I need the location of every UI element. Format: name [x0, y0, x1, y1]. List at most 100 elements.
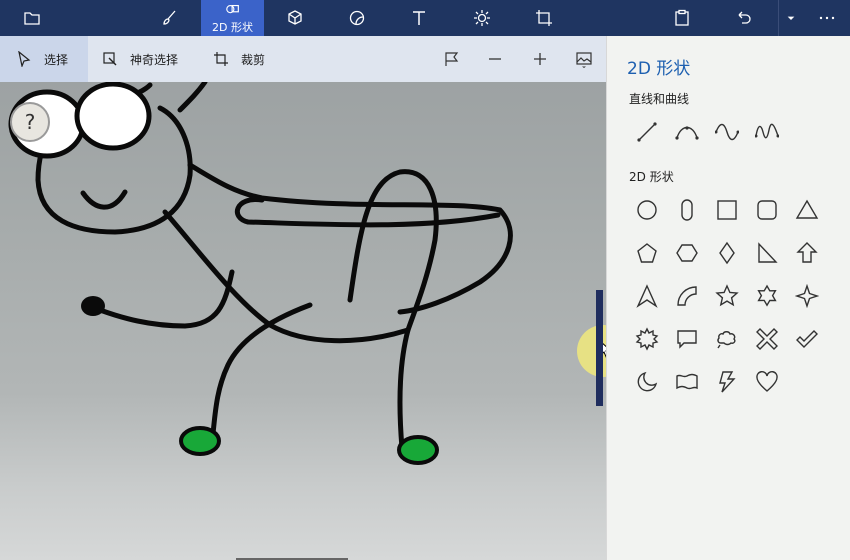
crop-tool[interactable]: 裁剪 [213, 36, 265, 82]
undo-button[interactable] [730, 0, 758, 36]
3d-shapes-button[interactable] [281, 0, 309, 36]
2d-shapes-button[interactable]: 2D 形状 [201, 0, 264, 36]
diamond-icon [719, 241, 735, 265]
shape-diamond[interactable] [711, 237, 743, 269]
2d-shapes-label: 2D 形状 [212, 20, 253, 34]
text-button[interactable] [405, 0, 433, 36]
s-curve-icon [715, 123, 739, 141]
lines-section-label: 直线和曲线 [629, 92, 690, 106]
shape-circle[interactable] [631, 194, 663, 226]
shapes-section-label: 2D 形状 [629, 170, 674, 184]
heart-icon [756, 371, 778, 392]
shape-star-5[interactable] [711, 280, 743, 312]
arrow-up-icon [796, 242, 818, 263]
brush-icon [163, 10, 176, 25]
select-label: 选择 [44, 52, 69, 67]
2d-shapes-icon [225, 4, 239, 13]
right-triangle-icon [758, 242, 778, 263]
undo-icon [738, 11, 751, 24]
shape-heart[interactable] [751, 366, 783, 398]
zoom-in-button[interactable] [526, 36, 554, 82]
panel-title: 2D 形状 [627, 59, 691, 79]
shape-arrow-up[interactable] [791, 237, 823, 269]
zoom-out-button[interactable] [481, 36, 509, 82]
stickers-button[interactable] [343, 0, 371, 36]
minus-icon [489, 58, 501, 60]
arc-icon [677, 286, 697, 306]
s-curve-tool[interactable] [711, 116, 743, 148]
clipboard-icon [675, 9, 689, 26]
secondary-toolbar: 选择 神奇选择 裁剪 [0, 36, 606, 82]
shape-arc[interactable] [671, 280, 703, 312]
sun-icon [474, 10, 490, 26]
brushes-button[interactable] [155, 0, 183, 36]
canvas-button[interactable] [530, 0, 558, 36]
star-5-icon [715, 284, 739, 307]
perspective-button[interactable] [438, 36, 466, 82]
magic-select-tool[interactable]: 神奇选择 [102, 36, 178, 82]
curve-icon [675, 126, 699, 140]
pentagon-icon [637, 243, 657, 263]
hexagon-icon [676, 244, 698, 262]
line-icon [637, 122, 657, 142]
shape-rounded-square[interactable] [751, 194, 783, 226]
wave-icon [755, 123, 779, 139]
plus-icon [534, 53, 546, 65]
canvas-scrollbar[interactable] [596, 290, 603, 406]
shape-burst[interactable] [631, 323, 663, 355]
help-label: ? [24, 110, 36, 134]
view-options-button[interactable] [570, 36, 598, 82]
shape-right-triangle[interactable] [751, 237, 783, 269]
image-icon [576, 52, 592, 68]
text-icon [413, 11, 425, 25]
drawing-canvas[interactable]: ? [0, 82, 606, 560]
line-tool[interactable] [631, 116, 663, 148]
more-button[interactable] [812, 0, 842, 36]
crop-label: 裁剪 [241, 52, 266, 67]
wave-curve-tool[interactable] [751, 116, 783, 148]
help-button[interactable]: ? [10, 102, 50, 142]
shape-arrowhead[interactable] [631, 280, 663, 312]
shape-triangle[interactable] [791, 194, 823, 226]
shapes-panel: 2D 形状 直线和曲线 2D 形状 [606, 36, 850, 560]
pointer-icon [18, 51, 31, 67]
star-4-icon [795, 284, 819, 308]
shape-capsule[interactable] [671, 194, 703, 226]
select-tool[interactable]: 选择 [0, 36, 88, 82]
square-icon [717, 200, 737, 220]
chevron-down-icon [787, 16, 795, 20]
thought-bubble-icon [717, 331, 736, 349]
top-toolbar: 2D 形状 [0, 0, 850, 36]
sticker-icon [349, 10, 365, 26]
shape-lightning[interactable] [711, 366, 743, 398]
crop-icon [214, 52, 228, 66]
shape-hexagon[interactable] [671, 237, 703, 269]
more-icon [819, 16, 835, 20]
crop-canvas-icon [536, 10, 552, 26]
grasshopper-drawing [8, 82, 513, 465]
magic-select-icon [103, 52, 117, 66]
folder-icon [24, 12, 40, 25]
speech-bubble-icon [677, 330, 697, 349]
checkmark-icon [796, 330, 818, 348]
moon-icon [637, 371, 658, 392]
flag-icon [445, 52, 459, 66]
shape-cross[interactable] [751, 323, 783, 355]
shape-speech-bubble[interactable] [671, 323, 703, 355]
shape-square[interactable] [711, 194, 743, 226]
history-dropdown-button[interactable] [778, 0, 803, 36]
shape-moon[interactable] [631, 366, 663, 398]
shape-star-6[interactable] [751, 280, 783, 312]
capsule-icon [681, 199, 693, 221]
shape-checkmark[interactable] [791, 323, 823, 355]
shape-pentagon[interactable] [631, 237, 663, 269]
curve-tool[interactable] [671, 116, 703, 148]
arrowhead-icon [636, 284, 658, 308]
magic-select-label: 神奇选择 [130, 52, 179, 67]
shape-thought-bubble[interactable] [711, 323, 743, 355]
paste-button[interactable] [668, 0, 696, 36]
effects-button[interactable] [468, 0, 496, 36]
shape-banner[interactable] [671, 366, 703, 398]
menu-button[interactable] [18, 0, 46, 36]
shape-star-4[interactable] [791, 280, 823, 312]
